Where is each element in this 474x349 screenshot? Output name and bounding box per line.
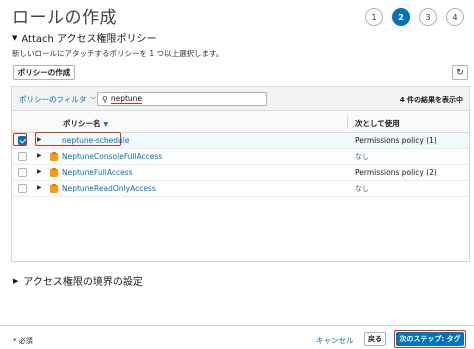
policy-name-link[interactable]: NeptuneFullAccess — [62, 168, 133, 177]
expand-triangle-icon[interactable]: ▶ — [37, 184, 42, 191]
policy-search-input[interactable]: ⚲ neptune — [97, 92, 267, 106]
policy-filter-dropdown[interactable]: ポリシーのフィルタ ﹀ — [19, 94, 96, 105]
cancel-link[interactable]: キャンセル — [316, 335, 354, 346]
policy-table-panel: ポリシーのフィルタ ﹀ ⚲ neptune 4 件の結果を表示中 ポリシー名 ▼ … — [11, 86, 470, 262]
permissions-boundary-title: アクセス権限の境界の設定 — [23, 277, 143, 288]
attach-policies-title: Attach アクセス権限ポリシー — [21, 34, 157, 45]
policy-name-link[interactable]: NeptuneReadOnlyAccess — [62, 184, 156, 193]
column-header-policy-name-label: ポリシー名 — [63, 119, 101, 128]
caret-right-icon: ▶ — [13, 276, 19, 285]
expand-triangle-icon[interactable]: ▶ — [37, 152, 42, 159]
policy-name-link[interactable]: NeptuneConsoleFullAccess — [62, 152, 162, 161]
aws-managed-policy-icon — [50, 184, 58, 193]
attach-policies-description: 新しいロールにアタッチするポリシーを 1 つ以上選択します。 — [12, 49, 224, 58]
table-toolbar: ポリシーのフィルタ ﹀ ⚲ neptune 4 件の結果を表示中 — [12, 87, 469, 111]
attach-policies-section-toggle[interactable]: ▼ Attach アクセス権限ポリシー — [12, 30, 157, 46]
step-2-active: 2 — [392, 8, 410, 26]
aws-managed-policy-icon — [50, 168, 58, 177]
chevron-down-icon: ﹀ — [90, 97, 97, 104]
row-checkbox[interactable] — [18, 184, 27, 193]
policy-used-as: なし — [355, 153, 369, 161]
page-title: ロールの作成 — [12, 8, 117, 28]
caret-down-icon: ▼ — [12, 33, 18, 42]
table-row[interactable]: ▶ NeptuneReadOnlyAccess なし — [12, 181, 469, 197]
highlight-box-policy-name — [35, 132, 121, 146]
highlight-box-next-button — [394, 330, 466, 348]
footer-divider — [0, 325, 474, 326]
aws-managed-policy-icon — [50, 152, 58, 161]
policy-filter-label: ポリシーのフィルタ — [19, 95, 87, 104]
result-count: 4 件の結果を表示中 — [399, 96, 463, 104]
expand-triangle-icon[interactable]: ▶ — [37, 168, 42, 175]
create-policy-button[interactable]: ポリシーの作成 — [13, 65, 75, 80]
sort-desc-icon: ▼ — [103, 121, 109, 128]
table-header: ポリシー名 ▼ 次として使用 — [12, 111, 469, 133]
policy-used-as: Permissions policy (2) — [355, 168, 437, 177]
row-checkbox[interactable] — [18, 168, 27, 177]
policy-used-as: なし — [355, 185, 369, 193]
policy-used-as: Permissions policy (1) — [355, 136, 437, 145]
column-header-policy-name[interactable]: ポリシー名 ▼ — [63, 118, 108, 129]
back-button[interactable]: 戻る — [364, 332, 386, 346]
permissions-boundary-section-toggle[interactable]: ▶ アクセス権限の境界の設定 — [13, 273, 143, 289]
wizard-steps: 1 2 3 4 — [365, 8, 464, 26]
highlight-box-checkbox — [13, 133, 27, 146]
column-header-used-as: 次として使用 — [355, 119, 400, 128]
table-row[interactable]: ▶ NeptuneFullAccess Permissions policy (… — [12, 165, 469, 181]
refresh-button[interactable]: ↻ — [452, 65, 468, 80]
step-1[interactable]: 1 — [365, 8, 383, 26]
required-note: * 必須 — [13, 337, 33, 345]
refresh-icon: ↻ — [456, 67, 464, 78]
step-3[interactable]: 3 — [419, 8, 437, 26]
table-row[interactable]: ▶ NeptuneConsoleFullAccess なし — [12, 149, 469, 165]
search-value: neptune — [110, 94, 143, 104]
step-4[interactable]: 4 — [446, 8, 464, 26]
row-checkbox[interactable] — [18, 152, 27, 161]
column-divider — [347, 115, 348, 129]
search-icon: ⚲ — [102, 94, 108, 104]
